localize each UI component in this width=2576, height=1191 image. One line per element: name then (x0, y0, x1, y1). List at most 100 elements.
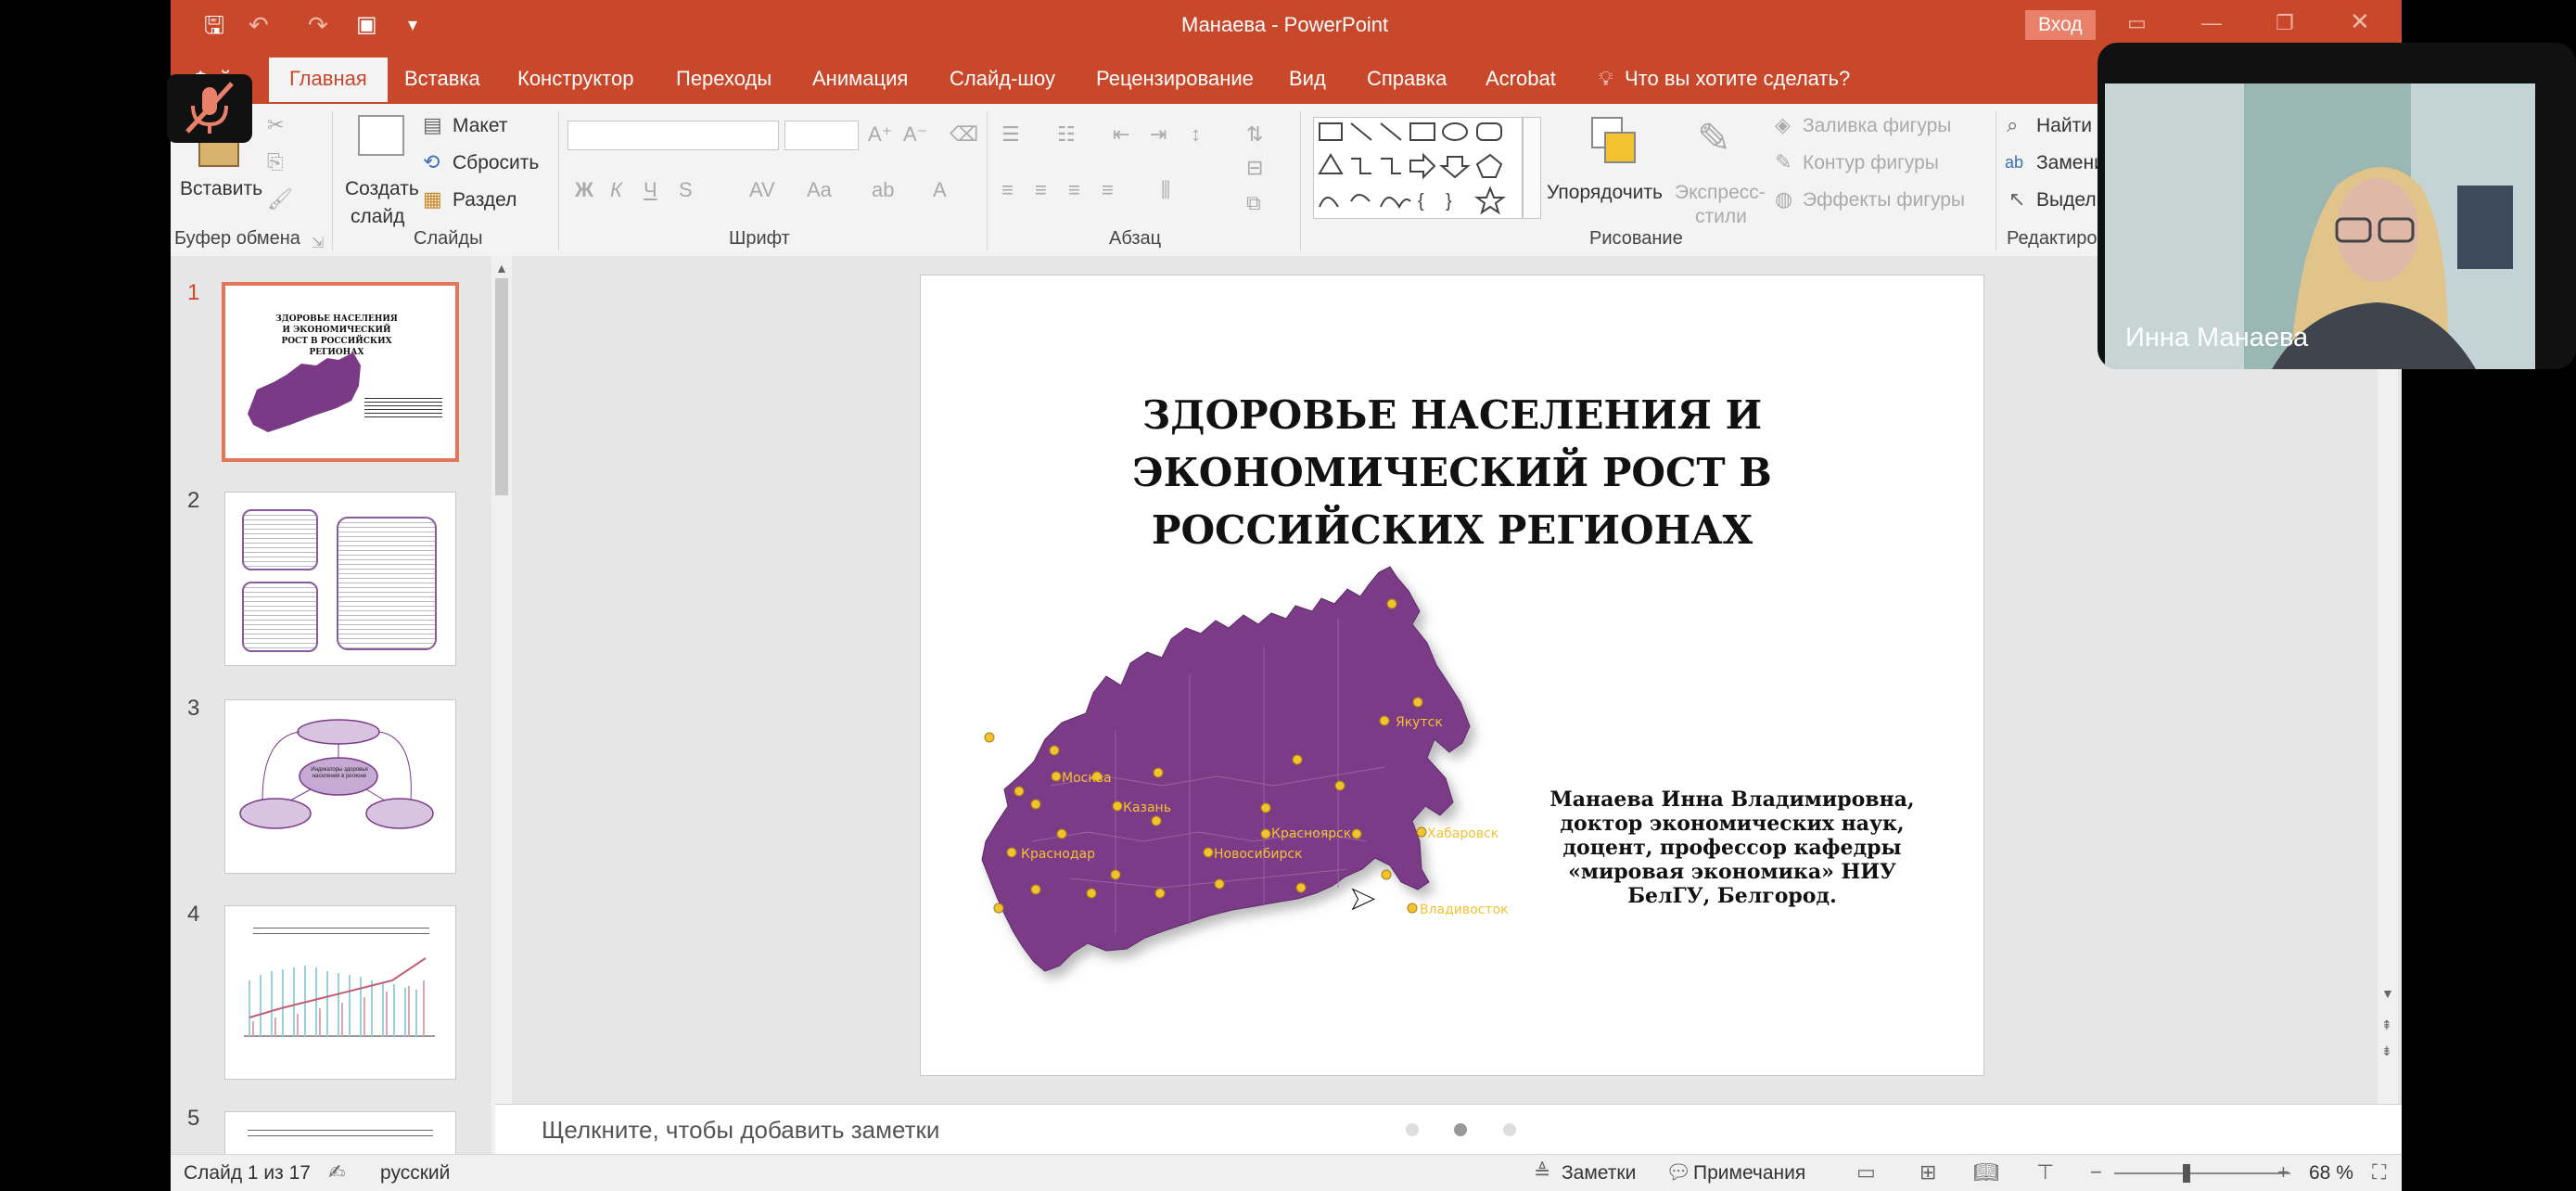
tab-review[interactable]: Рецензирование (1096, 67, 1254, 91)
reset-button[interactable]: Сбросить (453, 152, 539, 174)
slide-sorter-icon[interactable]: ⊞ (1919, 1162, 1936, 1183)
shapes-gallery[interactable]: { } (1313, 117, 1523, 219)
italic-icon[interactable]: К (610, 180, 622, 200)
current-slide[interactable]: ЗДОРОВЬЕ НАСЕЛЕНИЯ И ЭКОНОМИЧЕСКИЙ РОСТ … (920, 275, 1984, 1076)
line-spacing-icon[interactable]: ↕ (1191, 124, 1201, 145)
minimize-icon[interactable]: — (2201, 13, 2222, 33)
undo-icon[interactable]: ↶ (249, 13, 269, 37)
bold-icon[interactable]: Ж (575, 180, 593, 200)
next-slide-icon[interactable]: ⇟ (2381, 1041, 2392, 1061)
zoom-in-icon[interactable]: + (2277, 1162, 2289, 1183)
char-spacing-icon[interactable]: AV (749, 180, 775, 200)
font-name-select[interactable] (567, 121, 779, 150)
thumbnails-scrollbar[interactable]: ▲ (491, 256, 512, 1154)
arrange-button[interactable]: Упорядочить (1547, 111, 1677, 226)
shrink-font-icon[interactable]: A⁻ (903, 124, 927, 145)
muted-mic-indicator[interactable] (167, 74, 252, 143)
fit-slide-icon[interactable]: ⛶ (2372, 1162, 2386, 1183)
tab-transitions[interactable]: Переходы (676, 67, 772, 91)
copy-icon[interactable]: ⎘ (267, 152, 284, 173)
slideshow-start-icon[interactable]: ▣ (356, 14, 377, 36)
font-color-icon[interactable]: A (933, 180, 947, 200)
dialog-launcher-icon[interactable]: ⇲ (312, 234, 324, 254)
bullets-icon[interactable]: ☰ (1001, 124, 1020, 145)
zoom-slider[interactable] (2114, 1164, 2290, 1183)
comments-toggle[interactable]: Примечания (1693, 1162, 1805, 1185)
select-button[interactable]: Выдели (2036, 189, 2107, 211)
section-button[interactable]: Раздел (453, 189, 516, 211)
shape-effects-button[interactable]: Эффекты фигуры (1803, 189, 1965, 211)
thumbnails-scroll-thumb[interactable] (495, 278, 508, 495)
tab-design[interactable]: Конструктор (517, 67, 633, 91)
justify-icon[interactable]: ≡ (1102, 180, 1114, 200)
notes-toggle[interactable]: Заметки (1562, 1162, 1636, 1185)
strikethrough-icon[interactable]: S (679, 180, 693, 200)
format-painter-icon[interactable]: 🖌︎ (267, 189, 293, 210)
increase-indent-icon[interactable]: ⇥ (1150, 124, 1167, 145)
customize-toolbar-icon[interactable]: ▾ (408, 15, 417, 35)
shape-outline-icon: ✎ (1775, 150, 1792, 173)
slide-title[interactable]: ЗДОРОВЬЕ НАСЕЛЕНИЯ И ЭКОНОМИЧЕСКИЙ РОСТ … (995, 387, 1909, 559)
slideshow-view-icon[interactable]: ⊤ (2036, 1162, 2054, 1183)
smartart-icon[interactable]: ⧉ (1246, 193, 1261, 213)
slide-thumbnail-4[interactable] (224, 905, 456, 1080)
zoom-out-icon[interactable]: − (2090, 1162, 2102, 1183)
author-text-box[interactable]: Манаева Инна Владимировна, доктор эконом… (1533, 788, 1932, 908)
ribbon-display-icon[interactable]: ▭ (2127, 13, 2147, 33)
language-indicator[interactable]: русский (380, 1162, 450, 1185)
zoom-slider-thumb[interactable] (2183, 1164, 2190, 1183)
shape-fill-button[interactable]: Заливка фигуры (1803, 115, 1951, 137)
shape-outline-button[interactable]: Контур фигуры (1803, 152, 1939, 174)
tab-acrobat[interactable]: Acrobat (1486, 67, 1556, 91)
restore-icon[interactable]: ❐ (2276, 13, 2294, 33)
reading-view-icon[interactable]: 📖︎ (1973, 1162, 1999, 1183)
highlight-icon[interactable]: ab (872, 180, 894, 200)
redo-icon[interactable]: ↷ (308, 13, 328, 37)
grow-font-icon[interactable]: A⁺ (868, 124, 892, 145)
columns-icon[interactable]: ⫼ (1161, 180, 1170, 200)
slide-thumbnail-2[interactable] (224, 492, 456, 666)
new-slide-button[interactable]: Создать слайд (341, 111, 425, 227)
zoom-level[interactable]: 68 % (2309, 1162, 2353, 1185)
text-direction-icon[interactable]: ⇅ (1246, 124, 1263, 145)
tell-me-input[interactable]: Что вы хотите сделать? (1625, 67, 1850, 91)
decrease-indent-icon[interactable]: ⇤ (1113, 124, 1129, 145)
video-tile[interactable]: Инна Манаева (2098, 43, 2576, 369)
find-button[interactable]: Найти (2036, 115, 2092, 137)
save-icon[interactable]: 🖫 (204, 13, 224, 37)
notes-placeholder[interactable]: Щелкните, чтобы добавить заметки (542, 1116, 939, 1145)
font-size-select[interactable] (784, 121, 859, 150)
tab-help[interactable]: Справка (1367, 67, 1447, 91)
underline-icon[interactable]: Ч (644, 180, 657, 200)
clear-format-icon[interactable]: ⌫ (950, 124, 978, 145)
align-left-icon[interactable]: ≡ (1001, 180, 1014, 200)
tab-insert[interactable]: Вставка (404, 67, 480, 91)
tab-slideshow[interactable]: Слайд-шоу (950, 67, 1055, 91)
signin-button[interactable]: Вход (2025, 10, 2096, 40)
thumb-number: 2 (187, 488, 200, 513)
spellcheck-icon[interactable]: ✍ (328, 1162, 345, 1183)
replace-button[interactable]: Замени (2036, 152, 2105, 174)
align-center-icon[interactable]: ≡ (1035, 180, 1047, 200)
shapes-gallery-scroll[interactable] (1523, 117, 1541, 219)
slide-scrollbar[interactable]: ▼ ⇞ ⇟ (2378, 256, 2398, 1104)
numbering-icon[interactable]: ☷ (1057, 124, 1076, 145)
slide-thumbnail-3[interactable]: Индикаторы здоровья населения в регионе (224, 699, 456, 874)
previous-slide-icon[interactable]: ⇞ (2381, 1015, 2392, 1035)
layout-button[interactable]: Макет (453, 115, 507, 137)
tab-view[interactable]: Вид (1289, 67, 1326, 91)
scroll-down-icon[interactable]: ▼ (2381, 983, 2394, 1004)
notes-pane[interactable]: Щелкните, чтобы добавить заметки (495, 1104, 2402, 1155)
slide-thumbnail-5[interactable] (224, 1111, 456, 1155)
align-right-icon[interactable]: ≡ (1068, 180, 1080, 200)
quick-styles-button[interactable]: ✎ Экспресс- стили (1673, 111, 1766, 228)
slide-thumbnail-1[interactable]: ЗДОРОВЬЕ НАСЕЛЕНИЯ И ЭКОНОМИЧЕСКИЙ РОСТ … (222, 282, 459, 462)
cut-icon[interactable]: ✂ (267, 115, 284, 135)
tab-home[interactable]: Главная (269, 58, 388, 102)
scroll-up-icon[interactable]: ▲ (495, 258, 508, 278)
tab-animations[interactable]: Анимация (812, 67, 908, 91)
close-icon[interactable]: ✕ (2350, 9, 2370, 33)
align-text-icon[interactable]: ⊟ (1246, 158, 1263, 178)
change-case-icon[interactable]: Aa (807, 180, 832, 200)
normal-view-icon[interactable]: ▭ (1856, 1162, 1876, 1183)
